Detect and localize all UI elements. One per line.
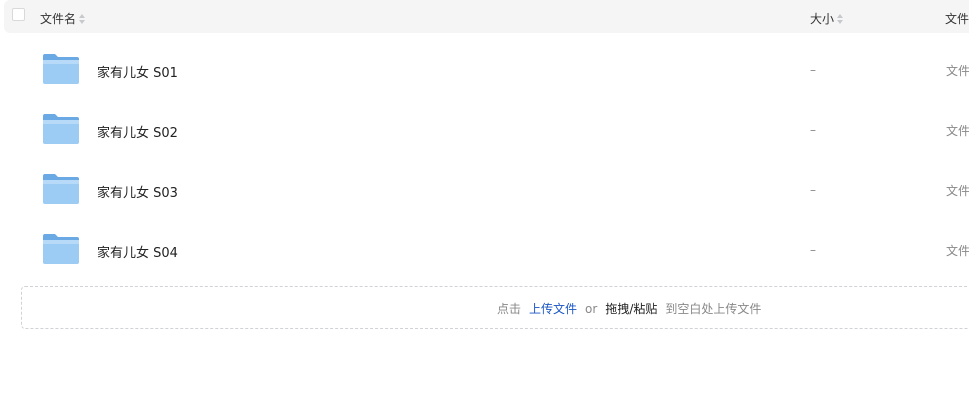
file-name[interactable]: 家有儿女 S01 <box>97 62 178 81</box>
file-type: 文件 <box>946 184 969 198</box>
table-header: 文件名 大小 文件 <box>4 0 969 33</box>
file-type: 文件 <box>946 64 969 78</box>
upload-hint-or: or <box>585 302 598 316</box>
column-header-type[interactable]: 文件 <box>945 10 969 27</box>
folder-icon <box>43 54 79 84</box>
folder-icon <box>43 114 79 144</box>
file-name[interactable]: 家有儿女 S03 <box>97 182 178 201</box>
file-size: – <box>810 243 816 257</box>
column-header-size-label: 大小 <box>810 12 835 26</box>
table-row[interactable]: 家有儿女 S04 – 文件 <box>0 218 969 278</box>
upload-hint-prefix: 点击 <box>497 302 522 316</box>
sort-icon[interactable] <box>79 14 86 24</box>
sort-icon[interactable] <box>837 14 844 24</box>
upload-hint: 点击 上传文件 or 拖拽/粘贴 到空白处上传文件 <box>497 300 761 317</box>
file-name[interactable]: 家有儿女 S04 <box>97 242 178 261</box>
file-size: – <box>810 183 816 197</box>
select-all-checkbox[interactable] <box>12 8 25 21</box>
column-header-name[interactable]: 文件名 <box>40 10 86 27</box>
table-row[interactable]: 家有儿女 S01 – 文件 <box>0 38 969 98</box>
file-type: 文件 <box>946 124 969 138</box>
folder-icon <box>43 174 79 204</box>
upload-hint-drag-paste: 拖拽/粘贴 <box>605 302 658 316</box>
upload-file-link[interactable]: 上传文件 <box>529 302 577 316</box>
file-name[interactable]: 家有儿女 S02 <box>97 122 178 141</box>
file-size: – <box>810 123 816 137</box>
table-row[interactable]: 家有儿女 S02 – 文件 <box>0 98 969 158</box>
column-header-type-label: 文件 <box>945 12 969 26</box>
table-row[interactable]: 家有儿女 S03 – 文件 <box>0 158 969 218</box>
column-header-name-label: 文件名 <box>40 12 77 26</box>
file-list-page: 文件名 大小 文件 家有儿女 S01 – 文件 家有儿女 S02 – 文件 家有… <box>0 0 969 396</box>
file-size: – <box>810 63 816 77</box>
file-type: 文件 <box>946 244 969 258</box>
upload-hint-suffix: 到空白处上传文件 <box>665 302 762 316</box>
upload-drop-zone[interactable]: 点击 上传文件 or 拖拽/粘贴 到空白处上传文件 <box>21 286 969 329</box>
folder-icon <box>43 234 79 264</box>
column-header-size[interactable]: 大小 <box>810 10 844 27</box>
